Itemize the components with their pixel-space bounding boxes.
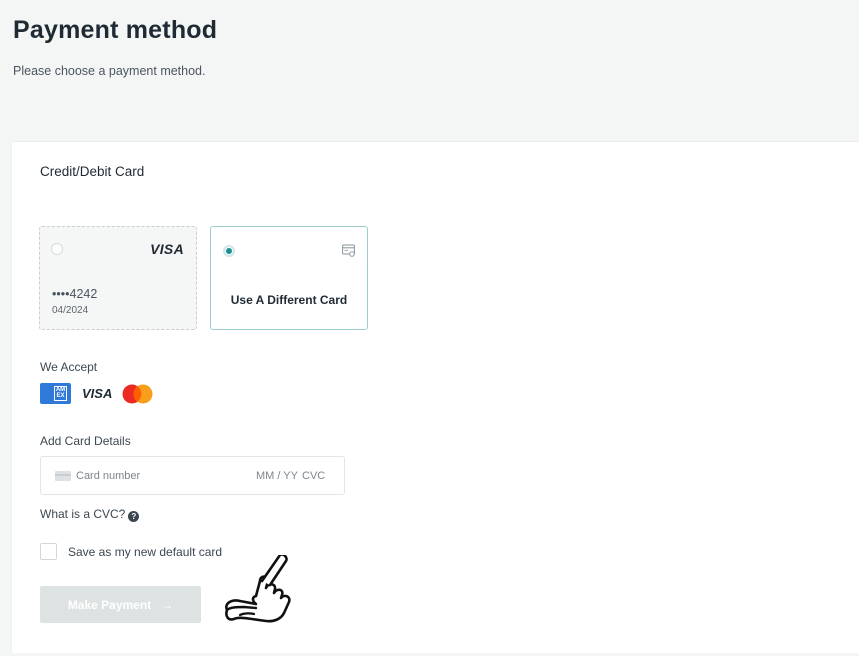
visa-logo: VISA bbox=[150, 241, 184, 257]
question-icon[interactable]: ? bbox=[128, 511, 140, 522]
card-cvc-input[interactable] bbox=[302, 469, 332, 483]
amex-logo-text: AM EX bbox=[54, 386, 67, 401]
cvc-help-link[interactable]: What is a CVC?? bbox=[40, 507, 140, 522]
page-subtitle: Please choose a payment method. bbox=[13, 64, 206, 78]
card-details-field[interactable] bbox=[40, 456, 345, 495]
make-payment-label: Make Payment bbox=[67, 597, 152, 612]
saved-card-number: ••••4242 bbox=[52, 287, 98, 301]
credit-card-icon bbox=[55, 471, 71, 481]
cvc-help-label: What is a CVC? bbox=[40, 507, 126, 521]
save-default-label[interactable]: Save as my new default card bbox=[68, 545, 222, 559]
saved-card-option[interactable]: VISA ••••4242 04/2024 bbox=[39, 226, 197, 330]
amex-logo: AM EX bbox=[40, 383, 71, 404]
arrow-right-icon: → bbox=[161, 597, 174, 612]
card-outline-icon bbox=[342, 244, 355, 257]
saved-card-radio[interactable] bbox=[51, 243, 63, 255]
make-payment-button[interactable]: Make Payment → bbox=[40, 586, 201, 623]
use-different-card-label: Use A Different Card bbox=[230, 293, 348, 307]
pointing-hand-icon bbox=[225, 555, 291, 623]
page-title: Payment method bbox=[13, 16, 218, 44]
card-section-title: Credit/Debit Card bbox=[40, 164, 145, 179]
saved-card-expiry: 04/2024 bbox=[52, 305, 89, 316]
use-different-card-option[interactable]: Use A Different Card bbox=[210, 226, 368, 330]
we-accept-label: We Accept bbox=[40, 360, 98, 374]
card-expiry-input[interactable] bbox=[248, 469, 298, 483]
card-number-input[interactable] bbox=[76, 469, 226, 483]
visa-logo: VISA bbox=[82, 386, 113, 401]
save-default-checkbox[interactable] bbox=[40, 543, 57, 560]
use-different-card-radio[interactable] bbox=[223, 245, 235, 257]
mastercard-logo bbox=[122, 384, 153, 404]
add-card-details-label: Add Card Details bbox=[40, 434, 131, 448]
